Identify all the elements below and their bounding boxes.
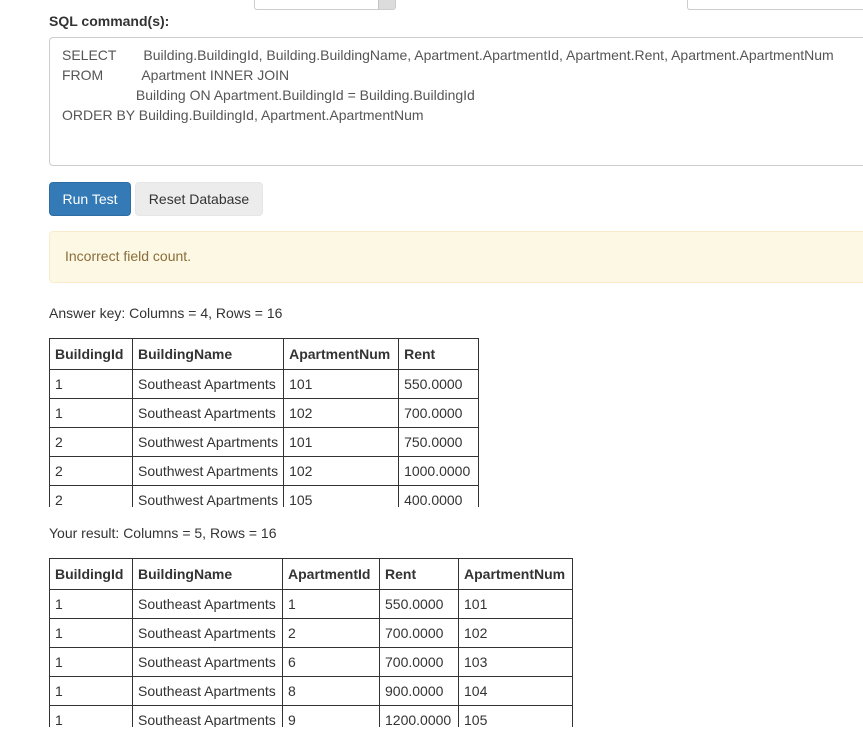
warning-alert: Incorrect field count. <box>49 231 863 283</box>
table-cell: Southeast Apartments <box>132 589 283 619</box>
table-row: 2 Southwest Apartments 101 750.0000 <box>49 427 480 457</box>
table-cell: 9 <box>282 705 380 727</box>
database-select[interactable] <box>254 0 396 10</box>
table-cell: 1200.0000 <box>379 705 459 727</box>
column-header: Rent <box>398 338 480 370</box>
table-cell: Southwest Apartments <box>131 456 285 486</box>
sql-command-textarea[interactable]: SELECT Building.BuildingId, Building.Bui… <box>49 37 863 166</box>
table-cell: Southwest Apartments <box>131 485 285 507</box>
column-header: BuildingId <box>49 558 133 590</box>
table-cell: 101 <box>283 369 400 399</box>
column-header: BuildingName <box>131 338 285 370</box>
table-cell: 1 <box>49 647 133 677</box>
your-result-table: BuildingId BuildingName ApartmentId Rent… <box>49 558 573 727</box>
table-cell: 1 <box>49 618 133 648</box>
table-cell: 1 <box>49 398 133 428</box>
table-cell: 750.0000 <box>398 427 480 457</box>
table-cell: Southeast Apartments <box>132 676 283 706</box>
table-row: 1 Southeast Apartments 9 1200.0000 105 <box>49 705 573 727</box>
reset-database-button[interactable]: Reset Database <box>135 182 263 216</box>
table-cell: Southeast Apartments <box>132 647 283 677</box>
table-row: 1 Southeast Apartments 101 550.0000 <box>49 369 480 399</box>
sql-commands-label: SQL command(s): <box>49 13 170 29</box>
table-row: 1 Southeast Apartments 102 700.0000 <box>49 398 480 428</box>
table-header-row: BuildingId BuildingName ApartmentId Rent… <box>49 558 573 590</box>
table-row: 1 Southeast Apartments 2 700.0000 102 <box>49 618 573 648</box>
column-header: BuildingName <box>132 558 283 590</box>
table-cell: 1 <box>49 676 133 706</box>
column-header: ApartmentNum <box>458 558 573 590</box>
right-input-field[interactable] <box>687 0 863 10</box>
table-cell: 101 <box>458 589 573 619</box>
table-cell: 102 <box>283 398 400 428</box>
table-cell: Southeast Apartments <box>132 618 283 648</box>
table-cell: 1 <box>49 705 133 727</box>
table-cell: 103 <box>458 647 573 677</box>
run-test-button[interactable]: Run Test <box>49 182 131 216</box>
table-cell: 105 <box>283 485 400 507</box>
table-row: 2 Southwest Apartments 105 400.0000 <box>49 485 480 507</box>
table-cell: 900.0000 <box>379 676 459 706</box>
table-row: 1 Southeast Apartments 6 700.0000 103 <box>49 647 573 677</box>
table-cell: 400.0000 <box>398 485 480 507</box>
table-cell: 104 <box>458 676 573 706</box>
table-cell: 700.0000 <box>379 647 459 677</box>
table-cell: 1 <box>282 589 380 619</box>
answer-key-table: BuildingId BuildingName ApartmentNum Ren… <box>49 338 480 507</box>
your-result-caption: Your result: Columns = 5, Rows = 16 <box>49 525 277 541</box>
table-cell: 1000.0000 <box>398 456 480 486</box>
table-cell: 2 <box>49 456 133 486</box>
answer-key-caption: Answer key: Columns = 4, Rows = 16 <box>49 305 283 321</box>
table-cell: 2 <box>49 485 133 507</box>
column-header: Rent <box>379 558 459 590</box>
table-cell: 700.0000 <box>379 618 459 648</box>
table-cell: 550.0000 <box>398 369 480 399</box>
table-cell: 2 <box>282 618 380 648</box>
alert-message: Incorrect field count. <box>65 248 192 264</box>
table-cell: 550.0000 <box>379 589 459 619</box>
column-header: BuildingId <box>49 338 133 370</box>
answer-key-table-container[interactable]: BuildingId BuildingName ApartmentNum Ren… <box>49 338 480 507</box>
column-header: ApartmentNum <box>283 338 400 370</box>
table-cell: 102 <box>458 618 573 648</box>
table-cell: Southeast Apartments <box>131 369 285 399</box>
table-cell: 105 <box>458 705 573 727</box>
table-cell: 700.0000 <box>398 398 480 428</box>
table-cell: Southwest Apartments <box>131 427 285 457</box>
table-cell: Southeast Apartments <box>131 398 285 428</box>
table-row: 2 Southwest Apartments 102 1000.0000 <box>49 456 480 486</box>
table-cell: 1 <box>49 369 133 399</box>
table-header-row: BuildingId BuildingName ApartmentNum Ren… <box>49 338 480 370</box>
column-header: ApartmentId <box>282 558 380 590</box>
table-cell: 102 <box>283 456 400 486</box>
your-result-table-container[interactable]: BuildingId BuildingName ApartmentId Rent… <box>49 558 573 727</box>
table-row: 1 Southeast Apartments 1 550.0000 101 <box>49 589 573 619</box>
table-cell: 2 <box>49 427 133 457</box>
table-cell: 101 <box>283 427 400 457</box>
table-cell: 1 <box>49 589 133 619</box>
table-cell: 6 <box>282 647 380 677</box>
table-cell: Southeast Apartments <box>132 705 283 727</box>
table-row: 1 Southeast Apartments 8 900.0000 104 <box>49 676 573 706</box>
select-scrollbar[interactable] <box>378 0 395 9</box>
table-cell: 8 <box>282 676 380 706</box>
page: SQL command(s): SELECT Building.Building… <box>0 0 863 745</box>
